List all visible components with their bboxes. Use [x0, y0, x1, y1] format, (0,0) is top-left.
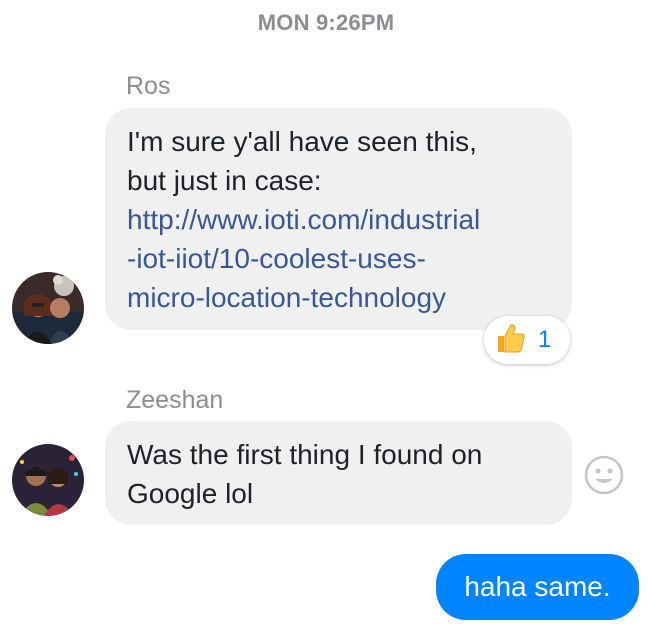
message-text-line: but just in case: [127, 165, 322, 196]
message-link-line[interactable]: micro-location-technology [127, 278, 550, 317]
sender-name-zeeshan: Zeeshan [126, 386, 224, 414]
reaction-count: 1 [538, 326, 552, 353]
message-bubble-zeeshan[interactable]: Was the first thing I found on Google lo… [105, 421, 572, 525]
thumbs-up-icon [494, 321, 528, 360]
message-link-line[interactable]: -iot-iiot/10-coolest-uses- [127, 239, 550, 278]
reaction-badge[interactable]: 1 [484, 316, 570, 364]
message-bubble-outgoing[interactable]: haha same. [436, 554, 639, 620]
smiley-icon [583, 455, 625, 500]
thread-timestamp: MON 9:26PM [257, 10, 395, 35]
message-text: haha same. [464, 571, 611, 602]
message-bubble-ros[interactable]: I'm sure y'all have seen this, but just … [105, 108, 572, 330]
message-link-line[interactable]: http://www.ioti.com/industrial [127, 200, 550, 239]
add-reaction-button[interactable] [583, 454, 625, 496]
avatar-zeeshan[interactable] [12, 444, 84, 516]
message-text-line: I'm sure y'all have seen this, [127, 126, 477, 157]
sender-name-ros: Ros [126, 72, 171, 100]
message-text-line: Was the first thing I found on [127, 439, 483, 470]
avatar-ros[interactable] [12, 272, 84, 344]
message-text-line: Google lol [127, 478, 254, 509]
